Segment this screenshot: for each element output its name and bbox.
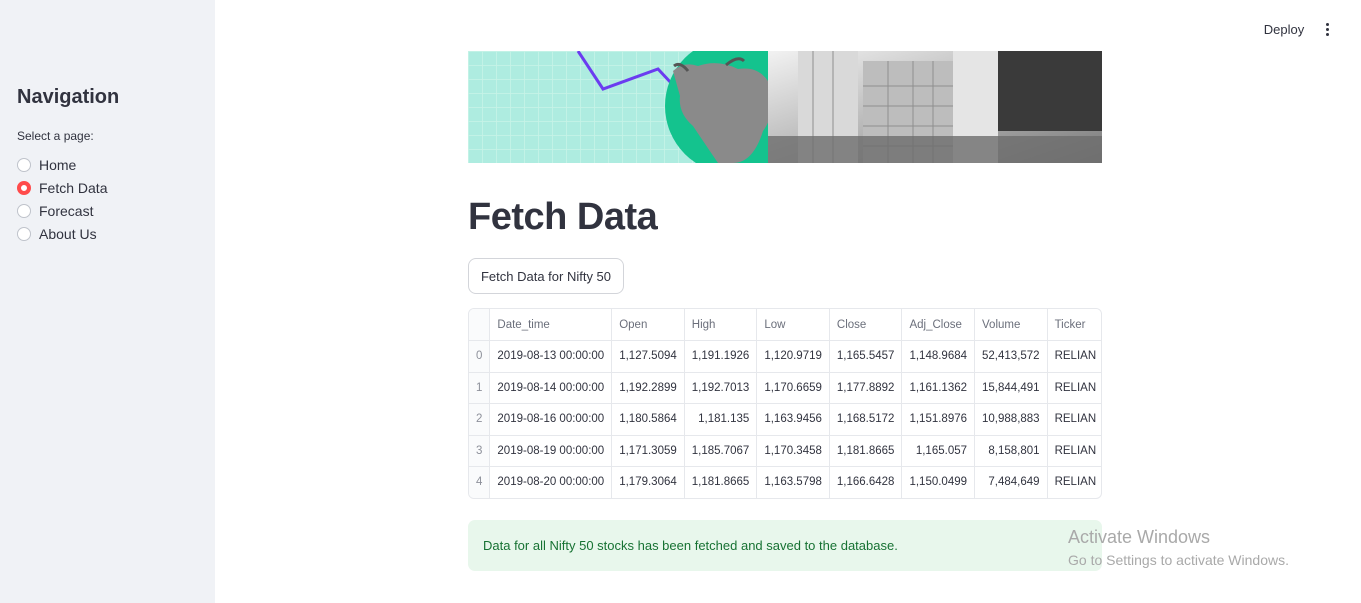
table-cell[interactable]: 1,151.8976 xyxy=(901,403,976,436)
radio-button-icon[interactable] xyxy=(17,226,31,241)
data-table: Date_time Open High Low Close Adj_Close … xyxy=(469,309,1101,498)
table-cell[interactable]: RELIAN xyxy=(1047,372,1101,404)
table-cell[interactable]: 1,179.3064 xyxy=(611,466,685,498)
radio-option-fetch-data[interactable]: Fetch Data xyxy=(17,176,107,199)
activate-windows-subtitle: Go to Settings to activate Windows. xyxy=(1068,552,1289,568)
table-cell[interactable]: 1,165.057 xyxy=(901,435,976,467)
column-header[interactable]: Open xyxy=(611,309,685,341)
table-cell[interactable]: 2019-08-20 00:00:00 xyxy=(489,466,613,498)
table-cell[interactable]: 1,120.9719 xyxy=(756,340,830,373)
table-cell[interactable]: 1,127.5094 xyxy=(611,340,685,373)
row-index: 4 xyxy=(469,466,491,498)
radio-label: Fetch Data xyxy=(39,179,108,196)
table-cell[interactable]: 1,192.7013 xyxy=(684,372,758,404)
column-header[interactable]: Volume xyxy=(974,309,1048,341)
radio-label: Forecast xyxy=(39,202,94,219)
column-header[interactable]: High xyxy=(684,309,758,341)
table-cell[interactable]: 1,181.8665 xyxy=(684,466,758,498)
sidebar-title: Navigation xyxy=(17,86,120,108)
radio-option-about-us[interactable]: About Us xyxy=(17,222,107,245)
header-banner-image xyxy=(468,51,1102,163)
table-row: 1 2019-08-14 00:00:00 1,192.2899 1,192.7… xyxy=(469,372,1101,404)
success-alert: Data for all Nifty 50 stocks has been fe… xyxy=(468,520,1102,571)
table-cell[interactable]: 1,166.6428 xyxy=(829,466,903,498)
table-cell[interactable]: 1,171.3059 xyxy=(611,435,685,467)
table-cell[interactable]: RELIAN xyxy=(1047,466,1101,498)
column-header[interactable]: Date_time xyxy=(489,309,613,341)
table-header-row: Date_time Open High Low Close Adj_Close … xyxy=(469,309,1101,341)
table-cell[interactable]: 8,158,801 xyxy=(974,435,1048,467)
fetch-nifty-50-button[interactable]: Fetch Data for Nifty 50 xyxy=(468,258,624,294)
table-cell[interactable]: 1,163.5798 xyxy=(756,466,830,498)
row-index: 1 xyxy=(469,372,491,404)
page-radio-group: Home Fetch Data Forecast About Us xyxy=(17,153,107,245)
stock-data-table[interactable]: Date_time Open High Low Close Adj_Close … xyxy=(468,308,1102,499)
radio-label: Home xyxy=(39,156,77,173)
table-cell[interactable]: 2019-08-16 00:00:00 xyxy=(489,403,613,436)
table-cell[interactable]: 1,150.0499 xyxy=(901,466,976,498)
column-header-index xyxy=(469,309,491,341)
table-cell[interactable]: 1,148.9684 xyxy=(901,340,976,373)
table-cell[interactable]: 1,192.2899 xyxy=(611,372,685,404)
column-header[interactable]: Ticker xyxy=(1047,309,1101,341)
table-cell[interactable]: 1,170.6659 xyxy=(756,372,830,404)
radio-label: About Us xyxy=(39,225,97,242)
radio-button-icon[interactable] xyxy=(17,203,31,218)
table-cell[interactable]: 15,844,491 xyxy=(974,372,1048,404)
table-cell[interactable]: 1,170.3458 xyxy=(756,435,830,467)
table-cell[interactable]: 1,177.8892 xyxy=(829,372,903,404)
sidebar: Navigation Select a page: Home Fetch Dat… xyxy=(0,0,215,603)
table-cell[interactable]: 1,163.9456 xyxy=(756,403,830,436)
table-cell[interactable]: 1,181.8665 xyxy=(829,435,903,467)
table-cell[interactable]: 1,191.1926 xyxy=(684,340,758,373)
table-cell[interactable]: 1,165.5457 xyxy=(829,340,903,373)
table-cell[interactable]: 2019-08-13 00:00:00 xyxy=(489,340,613,373)
column-header[interactable]: Adj_Close xyxy=(901,309,976,341)
table-row: 2 2019-08-16 00:00:00 1,180.5864 1,181.1… xyxy=(469,403,1101,436)
row-index: 2 xyxy=(469,403,491,436)
table-cell[interactable]: 10,988,883 xyxy=(974,403,1048,436)
row-index: 3 xyxy=(469,435,491,467)
page-select-label: Select a page: xyxy=(17,129,94,143)
table-cell[interactable]: 1,161.1362 xyxy=(901,372,976,404)
column-header[interactable]: Close xyxy=(829,309,903,341)
page-title: Fetch Data xyxy=(468,196,658,238)
radio-button-selected-icon[interactable] xyxy=(17,180,31,195)
table-cell[interactable]: RELIAN xyxy=(1047,435,1101,467)
table-cell[interactable]: 2019-08-19 00:00:00 xyxy=(489,435,613,467)
radio-button-icon[interactable] xyxy=(17,157,31,172)
deploy-button[interactable]: Deploy xyxy=(1257,18,1311,40)
column-header[interactable]: Low xyxy=(756,309,830,341)
table-cell[interactable]: 1,181.135 xyxy=(684,403,758,436)
activate-windows-title: Activate Windows xyxy=(1068,527,1211,547)
table-row: 0 2019-08-13 00:00:00 1,127.5094 1,191.1… xyxy=(469,340,1101,373)
table-cell[interactable]: 1,185.7067 xyxy=(684,435,758,467)
table-cell[interactable]: 1,168.5172 xyxy=(829,403,903,436)
table-cell[interactable]: 2019-08-14 00:00:00 xyxy=(489,372,613,404)
vertical-ellipsis-icon[interactable] xyxy=(1317,18,1337,40)
table-cell[interactable]: RELIAN xyxy=(1047,403,1101,436)
bull-building-banner-icon xyxy=(468,51,1102,163)
table-row: 4 2019-08-20 00:00:00 1,179.3064 1,181.8… xyxy=(469,466,1101,498)
table-cell[interactable]: 52,413,572 xyxy=(974,340,1048,373)
table-cell[interactable]: RELIAN xyxy=(1047,340,1101,373)
radio-option-home[interactable]: Home xyxy=(17,153,107,176)
radio-option-forecast[interactable]: Forecast xyxy=(17,199,107,222)
table-cell[interactable]: 1,180.5864 xyxy=(611,403,685,436)
row-index: 0 xyxy=(469,340,491,373)
table-row: 3 2019-08-19 00:00:00 1,171.3059 1,185.7… xyxy=(469,435,1101,467)
table-cell[interactable]: 7,484,649 xyxy=(974,466,1048,498)
